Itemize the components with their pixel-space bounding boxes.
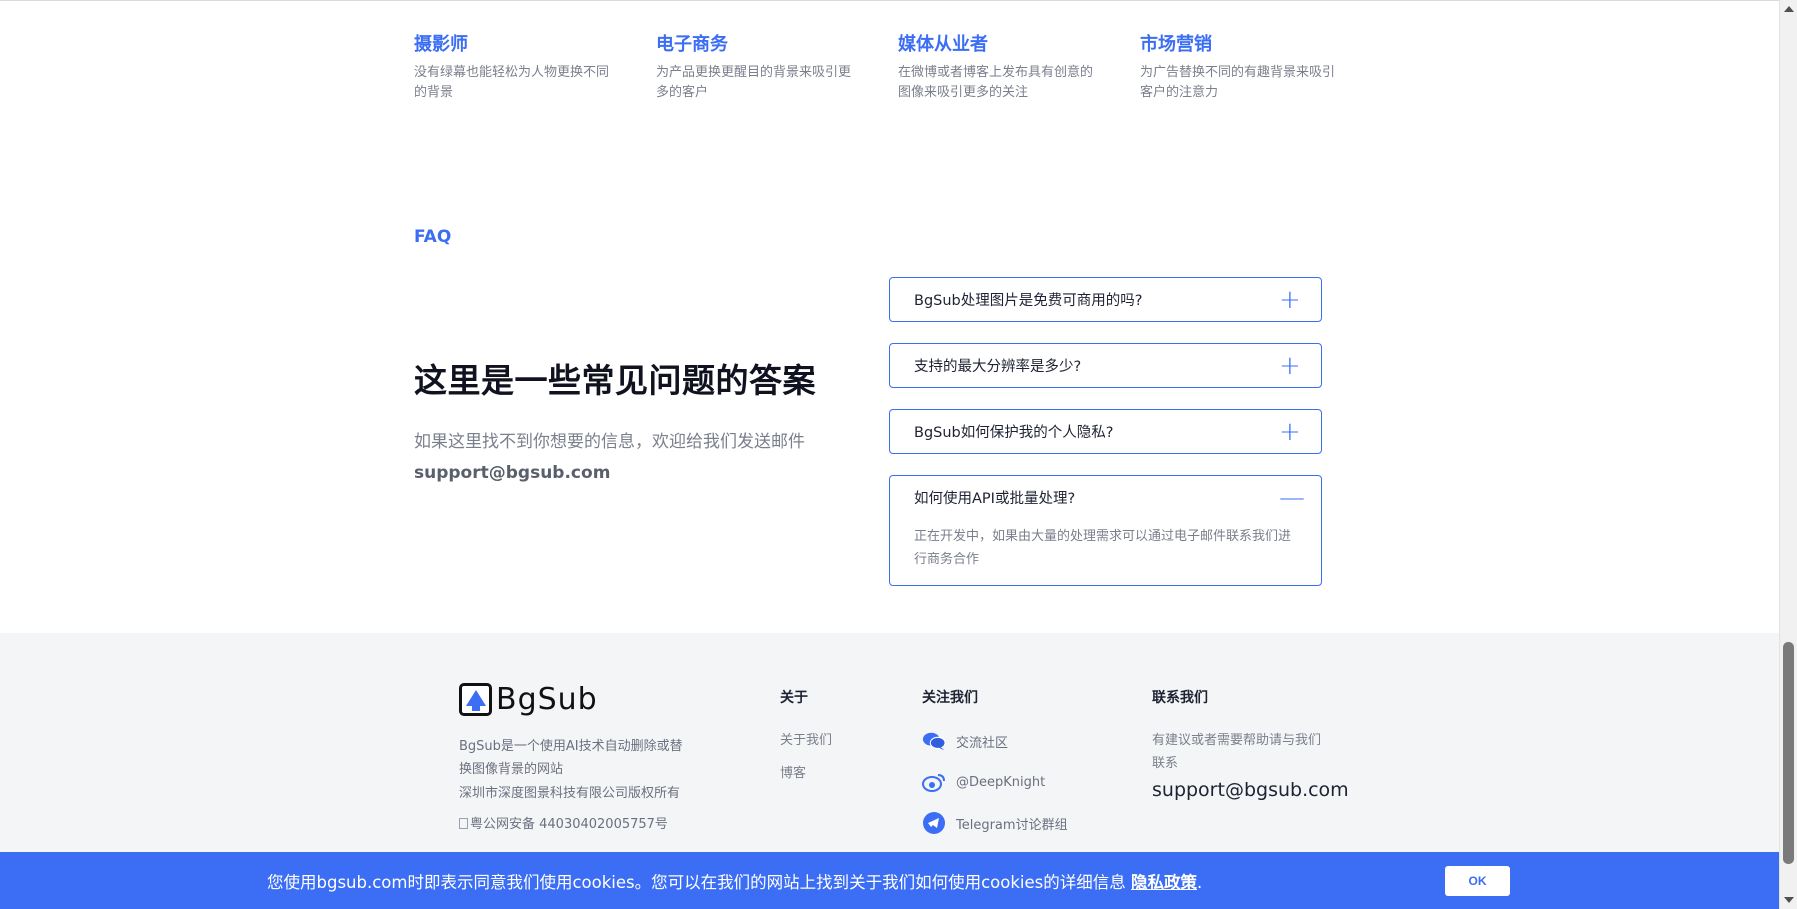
logo-text: BgSub — [496, 681, 598, 717]
footer-telegram-link[interactable]: Telegram讨论群组 — [922, 811, 1068, 835]
usecase-desc: 为产品更换更醒目的背景来吸引更多的客户 — [656, 65, 852, 100]
usecase-title: 市场营销 — [1140, 34, 1212, 55]
usecase-title: 媒体从业者 — [898, 34, 988, 55]
scroll-down-arrow-icon[interactable] — [1784, 897, 1794, 903]
telegram-icon — [922, 811, 946, 835]
footer-link-blog[interactable]: 博客 — [780, 762, 832, 781]
footer-community-link[interactable]: 交流社区 — [922, 729, 1068, 753]
usecase-ecommerce: 电子商务 为产品更换更醒目的背景来吸引更多的客户 — [656, 33, 898, 103]
faq-item: BgSub如何保护我的个人隐私? + — [889, 409, 1322, 454]
footer-telegram-label: Telegram讨论群组 — [956, 817, 1068, 833]
faq-answer: 正在开发中，如果由大量的处理需求可以通过电子邮件联系我们进行商务合作 — [914, 529, 1292, 567]
weibo-icon — [922, 770, 946, 794]
footer-contact-title: 联系我们 — [1152, 690, 1208, 706]
footer-copyright: 深圳市深度图景科技有限公司版权所有 — [459, 786, 681, 801]
vertical-scrollbar[interactable] — [1779, 0, 1797, 909]
faq-question-header[interactable]: BgSub如何保护我的个人隐私? + — [890, 410, 1321, 453]
usecase-desc: 为广告替换不同的有趣背景来吸引客户的注意力 — [1140, 65, 1336, 100]
scroll-up-arrow-icon[interactable] — [1784, 6, 1794, 12]
plus-icon[interactable]: + — [1279, 419, 1301, 445]
faq-tag: FAQ — [414, 227, 452, 247]
logo[interactable]: BgSub — [459, 681, 699, 717]
bgsub-logo-icon — [459, 682, 492, 716]
page-viewport: 摄影师 没有绿幕也能轻松为人物更换不同的背景 电子商务 为产品更换更醒目的背景来… — [0, 0, 1779, 909]
footer-contact: 联系我们 有建议或者需要帮助请与我们联系 support@bgsub.com — [1152, 687, 1349, 801]
faq-subtitle-text: 如果这里找不到你想要的信息，欢迎给我们发送邮件 — [414, 432, 805, 452]
chat-icon — [922, 729, 946, 753]
footer-follow-title: 关注我们 — [922, 690, 978, 706]
cookie-text: 您使用bgsub.com时即表示同意我们使用cookies。您可以在我们的网站上… — [267, 873, 1126, 892]
faq-question: BgSub如何保护我的个人隐私? — [914, 425, 1114, 441]
privacy-policy-link[interactable]: 隐私政策 — [1131, 873, 1197, 892]
faq-heading: 这里是一些常见问题的答案 — [414, 361, 816, 400]
faq-subtitle: 如果这里找不到你想要的信息，欢迎给我们发送邮件 support@bgsub.co… — [414, 427, 805, 489]
footer-icp-text: 粤公网安备 44030402005757号 — [470, 817, 668, 832]
footer-weibo-label: @DeepKnight — [956, 774, 1046, 790]
usecase-photographer: 摄影师 没有绿幕也能轻松为人物更换不同的背景 — [414, 33, 656, 103]
broken-image-icon — [459, 818, 468, 829]
cookie-banner: 您使用bgsub.com时即表示同意我们使用cookies。您可以在我们的网站上… — [0, 852, 1779, 909]
faq-question: 如何使用API或批量处理? — [914, 491, 1076, 507]
cookie-period: . — [1197, 873, 1203, 892]
usecase-title: 摄影师 — [414, 34, 468, 55]
footer-community-label: 交流社区 — [956, 735, 1009, 751]
minus-icon[interactable]: — — [1279, 485, 1305, 511]
plus-icon[interactable]: + — [1279, 353, 1301, 379]
cookie-ok-button[interactable]: OK — [1445, 866, 1510, 896]
faq-support-email[interactable]: support@bgsub.com — [414, 458, 805, 489]
footer-contact-text: 有建议或者需要帮助请与我们联系 — [1152, 733, 1322, 771]
footer-about: 关于 关于我们 博客 — [780, 687, 832, 795]
footer-follow: 关注我们 交流社区 @DeepKnight Telegram讨论群组 — [922, 687, 1068, 852]
footer-description: BgSub是一个使用AI技术自动删除或替换图像背景的网站 — [459, 739, 683, 777]
footer-link-about-us[interactable]: 关于我们 — [780, 729, 832, 748]
faq-question-header[interactable]: 如何使用API或批量处理? — — [890, 476, 1321, 519]
faq-list: BgSub处理图片是免费可商用的吗? + 支持的最大分辨率是多少? + BgSu… — [889, 277, 1322, 607]
usecase-marketing: 市场营销 为广告替换不同的有趣背景来吸引客户的注意力 — [1140, 33, 1382, 103]
faq-question-header[interactable]: 支持的最大分辨率是多少? + — [890, 344, 1321, 387]
plus-icon[interactable]: + — [1279, 287, 1301, 313]
scrollbar-thumb[interactable] — [1783, 642, 1794, 864]
faq-item: BgSub处理图片是免费可商用的吗? + — [889, 277, 1322, 322]
footer-brand: BgSub BgSub是一个使用AI技术自动删除或替换图像背景的网站 深圳市深度… — [459, 681, 699, 832]
faq-question: BgSub处理图片是免费可商用的吗? — [914, 293, 1143, 309]
usecase-desc: 在微博或者博客上发布具有创意的图像来吸引更多的关注 — [898, 65, 1094, 100]
cookie-message: 您使用bgsub.com时即表示同意我们使用cookies。您可以在我们的网站上… — [267, 869, 1202, 893]
usecase-title: 电子商务 — [656, 34, 728, 55]
faq-item: 支持的最大分辨率是多少? + — [889, 343, 1322, 388]
usecase-media: 媒体从业者 在微博或者博客上发布具有创意的图像来吸引更多的关注 — [898, 33, 1140, 103]
footer-about-title: 关于 — [780, 690, 808, 706]
usecase-row: 摄影师 没有绿幕也能轻松为人物更换不同的背景 电子商务 为产品更换更醒目的背景来… — [414, 33, 1382, 103]
faq-question-header[interactable]: BgSub处理图片是免费可商用的吗? + — [890, 278, 1321, 321]
faq-question: 支持的最大分辨率是多少? — [914, 359, 1082, 375]
footer-icp[interactable]: 粤公网安备 44030402005757号 — [459, 813, 699, 832]
footer-weibo-link[interactable]: @DeepKnight — [922, 770, 1068, 794]
usecase-desc: 没有绿幕也能轻松为人物更换不同的背景 — [414, 65, 610, 100]
faq-item-expanded: 如何使用API或批量处理? — 正在开发中，如果由大量的处理需求可以通过电子邮件… — [889, 475, 1322, 586]
footer-contact-email[interactable]: support@bgsub.com — [1152, 779, 1349, 801]
